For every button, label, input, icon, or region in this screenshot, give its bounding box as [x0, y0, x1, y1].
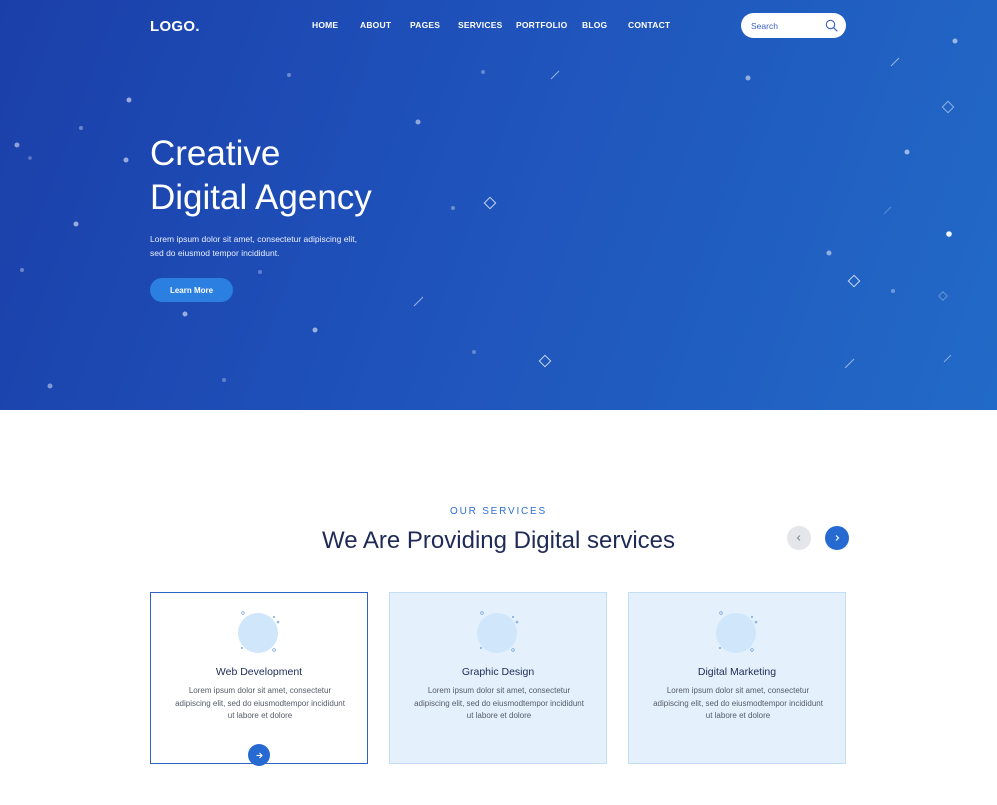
learn-more-button[interactable]: Learn More [150, 278, 233, 302]
hero-title-line-1: Creative [150, 134, 281, 173]
digital-marketing-icon [716, 611, 758, 653]
nav-portfolio[interactable]: PORTFOLIO [516, 20, 567, 30]
service-card-digital-marketing[interactable]: Digital Marketing Lorem ipsum dolor sit … [628, 592, 846, 764]
service-card-title: Digital Marketing [697, 666, 777, 678]
nav-services[interactable]: SERVICES [458, 20, 502, 30]
hero-description-line-2: sed do eiusmod tempor incididunt. [150, 248, 280, 258]
chevron-right-icon [835, 535, 840, 541]
main-nav: HOME ABOUT PAGES SERVICES PORTFOLIO BLOG… [0, 20, 997, 34]
arrow-right-icon [256, 752, 263, 758]
hero-description-line-1: Lorem ipsum dolor sit amet, consectetur … [150, 234, 357, 244]
service-card-title: Graphic Design [461, 666, 535, 678]
service-card-text: Lorem ipsum dolor sit amet, consectetur … [414, 686, 584, 720]
hero-title-line-2: Digital Agency [150, 178, 372, 217]
hero-section: LOGO. HOME ABOUT PAGES SERVICES PORTFOLI… [0, 0, 997, 410]
service-card-text: Lorem ipsum dolor sit amet, consectetur … [653, 686, 823, 720]
service-card-arrow-button[interactable] [248, 744, 270, 766]
web-development-icon [238, 611, 280, 653]
nav-about[interactable]: ABOUT [360, 20, 391, 30]
search-box [741, 13, 846, 38]
hero-description: Lorem ipsum dolor sit amet, consectetur … [150, 232, 380, 260]
chevron-left-icon [796, 535, 801, 541]
service-card-graphic-design[interactable]: Graphic Design Lorem ipsum dolor sit ame… [389, 592, 607, 764]
carousel-next-button[interactable] [825, 526, 849, 550]
nav-blog[interactable]: BLOG [582, 20, 607, 30]
service-card-web-development[interactable]: Web Development Lorem ipsum dolor sit am… [150, 592, 368, 766]
carousel-prev-button[interactable] [787, 526, 811, 550]
nav-pages[interactable]: PAGES [410, 20, 440, 30]
nav-home[interactable]: HOME [312, 20, 338, 30]
service-card-text: Lorem ipsum dolor sit amet, consectetur … [175, 686, 345, 720]
search-input[interactable] [751, 19, 823, 32]
graphic-design-icon [477, 611, 519, 653]
hero-title: Creative Digital Agency [150, 132, 372, 220]
services-eyebrow: OUR SERVICES [450, 506, 547, 517]
nav-contact[interactable]: CONTACT [628, 20, 670, 30]
service-card-title: Web Development [215, 666, 303, 678]
search-icon[interactable] [825, 19, 838, 32]
